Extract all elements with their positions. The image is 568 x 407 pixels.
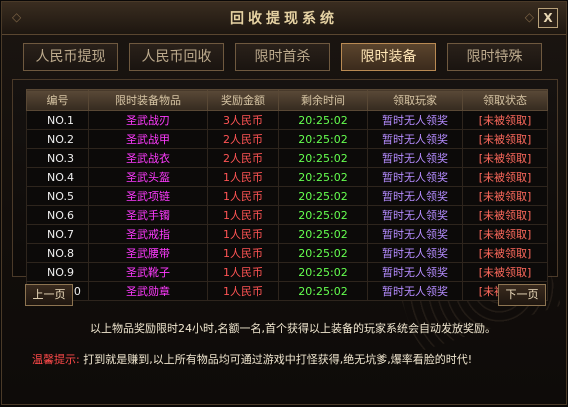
close-button[interactable]: X: [538, 8, 558, 28]
claim-player: 暂时无人领奖: [367, 186, 463, 206]
remaining-time: 20:25:02: [278, 129, 368, 149]
table-row: NO.10 圣武勋章 1人民币 20:25:02 暂时无人领奖 [未被领取]: [26, 281, 548, 301]
reward-amount: 2人民币: [207, 129, 279, 149]
item-name: 圣武战甲: [88, 129, 208, 149]
reward-amount: 3人民币: [207, 110, 279, 130]
reward-amount: 2人民币: [207, 148, 279, 168]
item-name: 圣武靴子: [88, 262, 208, 282]
reward-table-container: 编号 限时装备物品 奖励金额 剩余时间 领取玩家 领取状态 NO.1 圣武战刃 …: [26, 89, 548, 301]
item-name: 圣武项链: [88, 186, 208, 206]
row-number: NO.1: [26, 110, 89, 130]
header-status: 领取状态: [462, 89, 548, 111]
remaining-time: 20:25:02: [278, 167, 368, 187]
table-row: NO.6 圣武手镯 1人民币 20:25:02 暂时无人领奖 [未被领取]: [26, 205, 548, 225]
tip-text: 打到就是赚到,以上所有物品均可通过游戏中打怪获得,绝无坑爹,爆率看脸的时代!: [83, 353, 473, 366]
remaining-time: 20:25:02: [278, 148, 368, 168]
remaining-time: 20:25:02: [278, 186, 368, 206]
claim-status: [未被领取]: [462, 129, 548, 149]
remaining-time: 20:25:02: [278, 110, 368, 130]
tip-line: 温馨提示: 打到就是赚到,以上所有物品均可通过游戏中打怪获得,绝无坑爹,爆率看脸…: [32, 351, 472, 367]
claim-status: [未被领取]: [462, 167, 548, 187]
claim-status: [未被领取]: [462, 243, 548, 263]
reward-amount: 1人民币: [207, 224, 279, 244]
header-player: 领取玩家: [367, 89, 463, 111]
tab-limited-equipment[interactable]: 限时装备: [341, 43, 436, 71]
claim-status: [未被领取]: [462, 110, 548, 130]
remaining-time: 20:25:02: [278, 205, 368, 225]
item-name: 圣武手镯: [88, 205, 208, 225]
table-row: NO.7 圣武戒指 1人民币 20:25:02 暂时无人领奖 [未被领取]: [26, 224, 548, 244]
tab-rmb-withdraw[interactable]: 人民币提现: [23, 43, 118, 71]
remaining-time: 20:25:02: [278, 224, 368, 244]
claim-player: 暂时无人领奖: [367, 224, 463, 244]
prev-page-button[interactable]: 上一页: [25, 284, 73, 306]
claim-status: [未被领取]: [462, 148, 548, 168]
table-header-row: 编号 限时装备物品 奖励金额 剩余时间 领取玩家 领取状态: [26, 89, 548, 111]
row-number: NO.3: [26, 148, 89, 168]
header-item: 限时装备物品: [88, 89, 208, 111]
row-number: NO.2: [26, 129, 89, 149]
claim-status: [未被领取]: [462, 262, 548, 282]
remaining-time: 20:25:02: [278, 243, 368, 263]
title-bar: ◇ 回收提现系统 ◇ X: [2, 2, 566, 35]
item-name: 圣武战刃: [88, 110, 208, 130]
tip-label: 温馨提示:: [32, 353, 80, 366]
next-page-button[interactable]: 下一页: [498, 284, 546, 306]
reward-table: 编号 限时装备物品 奖励金额 剩余时间 领取玩家 领取状态 NO.1 圣武战刃 …: [26, 89, 548, 301]
window-title: 回收提现系统: [230, 11, 338, 27]
row-number: NO.8: [26, 243, 89, 263]
item-name: 圣武战衣: [88, 148, 208, 168]
claim-status: [未被领取]: [462, 205, 548, 225]
table-row: NO.3 圣武战衣 2人民币 20:25:02 暂时无人领奖 [未被领取]: [26, 148, 548, 168]
tab-limited-first-kill[interactable]: 限时首杀: [235, 43, 330, 71]
table-row: NO.1 圣武战刃 3人民币 20:25:02 暂时无人领奖 [未被领取]: [26, 110, 548, 130]
header-reward: 奖励金额: [207, 89, 279, 111]
item-name: 圣武勋章: [88, 281, 208, 301]
remaining-time: 20:25:02: [278, 281, 368, 301]
claim-player: 暂时无人领奖: [367, 205, 463, 225]
claim-status: [未被领取]: [462, 186, 548, 206]
tab-limited-special[interactable]: 限时特殊: [447, 43, 542, 71]
claim-player: 暂时无人领奖: [367, 148, 463, 168]
header-number: 编号: [26, 89, 89, 111]
reward-amount: 1人民币: [207, 262, 279, 282]
reward-amount: 1人民币: [207, 167, 279, 187]
reward-amount: 1人民币: [207, 205, 279, 225]
corner-ornament-right: ◇: [524, 10, 534, 24]
claim-player: 暂时无人领奖: [367, 243, 463, 263]
table-row: NO.9 圣武靴子 1人民币 20:25:02 暂时无人领奖 [未被领取]: [26, 262, 548, 282]
table-row: NO.5 圣武项链 1人民币 20:25:02 暂时无人领奖 [未被领取]: [26, 186, 548, 206]
item-name: 圣武头盔: [88, 167, 208, 187]
claim-player: 暂时无人领奖: [367, 110, 463, 130]
row-number: NO.7: [26, 224, 89, 244]
reward-amount: 1人民币: [207, 186, 279, 206]
table-row: NO.2 圣武战甲 2人民币 20:25:02 暂时无人领奖 [未被领取]: [26, 129, 548, 149]
row-number: NO.4: [26, 167, 89, 187]
row-number: NO.9: [26, 262, 89, 282]
reward-description: 以上物品奖励限时24小时,名额一名,首个获得以上装备的玩家系统会自动发放奖励。: [90, 322, 496, 335]
table-row: NO.8 圣武腰带 1人民币 20:25:02 暂时无人领奖 [未被领取]: [26, 243, 548, 263]
claim-player: 暂时无人领奖: [367, 129, 463, 149]
row-number: NO.6: [26, 205, 89, 225]
reward-amount: 1人民币: [207, 243, 279, 263]
claim-player: 暂时无人领奖: [367, 167, 463, 187]
reward-window: ◇ 回收提现系统 ◇ X 人民币提现 人民币回收 限时首杀 限时装备 限时特殊 …: [1, 1, 567, 405]
reward-amount: 1人民币: [207, 281, 279, 301]
row-number: NO.5: [26, 186, 89, 206]
item-name: 圣武腰带: [88, 243, 208, 263]
header-remaining-time: 剩余时间: [278, 89, 368, 111]
claim-status: [未被领取]: [462, 224, 548, 244]
remaining-time: 20:25:02: [278, 262, 368, 282]
claim-player: 暂时无人领奖: [367, 262, 463, 282]
tab-rmb-recycle[interactable]: 人民币回收: [129, 43, 224, 71]
item-name: 圣武戒指: [88, 224, 208, 244]
claim-player: 暂时无人领奖: [367, 281, 463, 301]
table-row: NO.4 圣武头盔 1人民币 20:25:02 暂时无人领奖 [未被领取]: [26, 167, 548, 187]
